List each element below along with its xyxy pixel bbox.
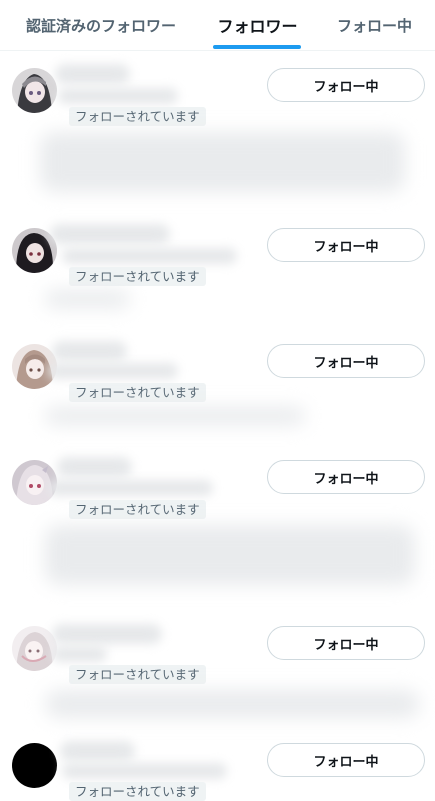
tab-verified-followers[interactable]: 認証済みのフォロワー xyxy=(10,0,192,50)
name-blur xyxy=(50,224,170,244)
handle-blur xyxy=(58,88,178,104)
bio-blur xyxy=(40,132,405,192)
following-button[interactable]: フォロー中 xyxy=(267,344,425,378)
handle-blur xyxy=(62,763,227,779)
avatar[interactable] xyxy=(12,743,57,788)
active-tab-indicator xyxy=(213,45,301,49)
follows-you-badge: フォローされています xyxy=(69,500,206,519)
avatar[interactable] xyxy=(12,68,57,113)
following-button[interactable]: フォロー中 xyxy=(267,460,425,494)
follower-row[interactable]: フォローされています フォロー中 xyxy=(0,60,435,210)
follows-you-badge: フォローされています xyxy=(69,267,206,286)
bio-blur xyxy=(45,525,415,585)
name-blur xyxy=(60,741,135,761)
tab-followers[interactable]: フォロワー xyxy=(200,0,315,50)
follower-row[interactable]: フォローされています フォロー中 xyxy=(0,453,435,603)
tab-following[interactable]: フォロー中 xyxy=(322,0,427,50)
handle-blur xyxy=(48,363,178,379)
name-blur xyxy=(52,341,127,361)
follows-you-badge: フォローされています xyxy=(69,665,206,684)
avatar[interactable] xyxy=(12,626,57,671)
tab-bar: 認証済みのフォロワー フォロワー フォロー中 xyxy=(0,0,435,51)
bio-blur xyxy=(45,407,305,425)
follows-you-badge: フォローされています xyxy=(69,383,206,402)
handle-blur xyxy=(48,480,213,496)
handle-blur xyxy=(52,646,107,662)
following-button[interactable]: フォロー中 xyxy=(267,626,425,660)
follows-you-badge: フォローされています xyxy=(69,107,206,126)
follower-row[interactable]: フォローされています フォロー中 xyxy=(0,620,435,730)
bio-blur xyxy=(45,290,130,308)
handle-blur xyxy=(62,248,237,264)
follower-row[interactable]: フォローされています フォロー中 xyxy=(0,220,435,320)
follows-you-badge: フォローされています xyxy=(69,782,206,801)
name-blur xyxy=(55,64,130,84)
following-button[interactable]: フォロー中 xyxy=(267,68,425,102)
follower-row[interactable]: フォローされています フォロー中 xyxy=(0,337,435,437)
name-blur xyxy=(52,624,162,644)
name-blur xyxy=(57,457,132,477)
bio-blur xyxy=(45,690,420,718)
following-button[interactable]: フォロー中 xyxy=(267,743,425,777)
following-button[interactable]: フォロー中 xyxy=(267,228,425,262)
follower-row[interactable]: フォローされています フォロー中 xyxy=(0,738,435,801)
